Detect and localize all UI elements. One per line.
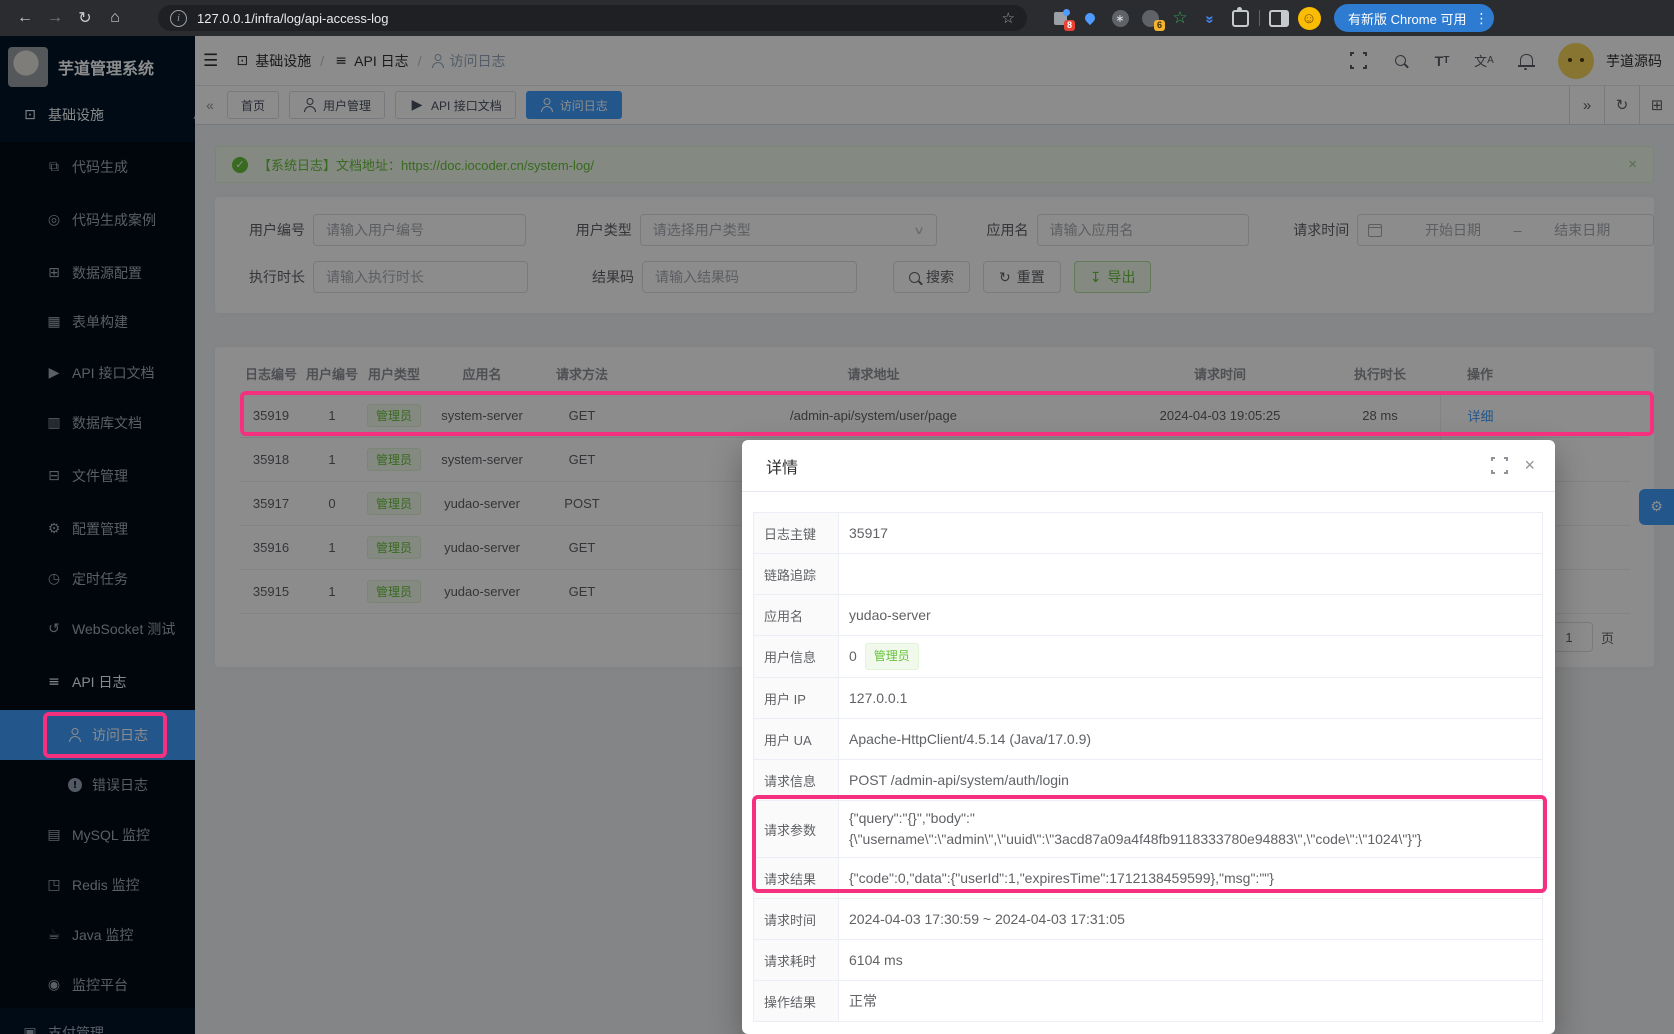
detail-label: 应用名 bbox=[754, 595, 839, 635]
detail-value-text: 2024-04-03 17:30:59 ~ 2024-04-03 17:31:0… bbox=[849, 909, 1125, 930]
detail-value: {"code":0,"data":{"userId":1,"expiresTim… bbox=[839, 858, 1542, 898]
detail-row-7: 请求参数{"query":"{}","body":" {\"username\"… bbox=[754, 801, 1542, 858]
detail-value-text: Apache-HttpClient/4.5.14 (Java/17.0.9) bbox=[849, 729, 1091, 750]
detail-row-8: 请求结果 {"code":0,"data":{"userId":1,"expire… bbox=[754, 858, 1542, 899]
reload-icon[interactable]: ↻ bbox=[70, 8, 100, 28]
detail-value: 6104 ms bbox=[839, 940, 1542, 980]
detail-value bbox=[839, 554, 1542, 594]
detail-row-2: 应用名 yudao-server bbox=[754, 595, 1542, 636]
detail-label: 请求时间 bbox=[754, 899, 839, 939]
detail-row-0: 日志主键 35917 bbox=[754, 513, 1542, 554]
detail-label: 请求耗时 bbox=[754, 940, 839, 980]
detail-row-11: 操作结果正常 bbox=[754, 981, 1542, 1022]
back-icon[interactable]: ← bbox=[10, 9, 40, 27]
detail-row-3: 用户信息 0 管理员 bbox=[754, 636, 1542, 678]
detail-label: 用户 IP bbox=[754, 678, 839, 718]
chrome-update-label: 有新版 Chrome 可用 bbox=[1348, 9, 1466, 28]
detail-value-text: {"code":0,"data":{"userId":1,"expiresTim… bbox=[849, 868, 1274, 889]
modal-title: 详情 bbox=[766, 454, 798, 478]
detail-value: {"query":"{}","body":" {\"username\":\"a… bbox=[839, 801, 1542, 857]
detail-value-text: 35917 bbox=[849, 523, 888, 544]
bookmark-star-icon[interactable]: ☆ bbox=[1002, 9, 1015, 27]
modal-fullscreen-icon[interactable] bbox=[1491, 457, 1508, 474]
toolbar-divider bbox=[1259, 10, 1260, 26]
extension-chevrons-icon[interactable]: » bbox=[1195, 4, 1225, 32]
home-icon[interactable]: ⌂ bbox=[100, 9, 130, 27]
detail-value: 2024-04-03 17:30:59 ~ 2024-04-03 17:31:0… bbox=[839, 899, 1542, 939]
detail-label: 用户信息 bbox=[754, 636, 839, 677]
extension-star-icon[interactable]: ☆ bbox=[1165, 4, 1195, 32]
profile-avatar[interactable]: ☺ bbox=[1294, 4, 1324, 32]
detail-value: 正常 bbox=[839, 981, 1542, 1021]
detail-row-1: 链路追踪 bbox=[754, 554, 1542, 595]
browser-menu-icon[interactable]: ⋮ bbox=[1474, 10, 1488, 27]
detail-row-6: 请求信息 POST /admin-api/system/auth/login bbox=[754, 760, 1542, 801]
detail-row-5: 用户 UA Apache-HttpClient/4.5.14 (Java/17.0… bbox=[754, 719, 1542, 760]
extensions-puzzle-icon[interactable] bbox=[1225, 4, 1255, 32]
chrome-update-chip[interactable]: 有新版 Chrome 可用 ⋮ bbox=[1334, 4, 1494, 32]
detail-label: 请求参数 bbox=[754, 801, 839, 857]
detail-value-text: POST /admin-api/system/auth/login bbox=[849, 770, 1069, 791]
detail-value: Apache-HttpClient/4.5.14 (Java/17.0.9) bbox=[839, 719, 1542, 759]
side-panel-icon[interactable] bbox=[1264, 4, 1294, 32]
detail-label: 日志主键 bbox=[754, 513, 839, 553]
extension-asterisk-icon[interactable]: ∗ bbox=[1105, 4, 1135, 32]
detail-descriptions: 日志主键35917链路追踪应用名yudao-server用户信息0管理员用户 I… bbox=[753, 512, 1543, 1022]
detail-value-text: 正常 bbox=[849, 991, 877, 1012]
detail-modal: 详情 × 日志主键 35917 链路追踪应用名 yudao-server 用户信息 0 管理… bbox=[742, 440, 1555, 1034]
detail-label: 请求信息 bbox=[754, 760, 839, 800]
address-bar[interactable]: i 127.0.0.1/infra/log/api-access-log ☆ bbox=[158, 5, 1027, 31]
extension-badge: 6 bbox=[1154, 20, 1165, 31]
extension-drop-icon[interactable] bbox=[1075, 4, 1105, 32]
detail-label: 链路追踪 bbox=[754, 554, 839, 594]
detail-value: POST /admin-api/system/auth/login bbox=[839, 760, 1542, 800]
detail-label: 请求结果 bbox=[754, 858, 839, 898]
detail-value-text: 0 bbox=[849, 646, 857, 667]
extension-blue-dot-icon[interactable]: 8 bbox=[1045, 4, 1075, 32]
detail-row-4: 用户 IP 127.0.0.1 bbox=[754, 678, 1542, 719]
extension-counter-icon[interactable]: 6 bbox=[1135, 4, 1165, 32]
detail-value: yudao-server bbox=[839, 595, 1542, 635]
extension-badge: 8 bbox=[1064, 20, 1075, 31]
detail-value: 127.0.0.1 bbox=[839, 678, 1542, 718]
browser-toolbar: ← → ↻ ⌂ i 127.0.0.1/infra/log/api-access… bbox=[0, 0, 1674, 36]
detail-value-text: 6104 ms bbox=[849, 950, 903, 971]
detail-value-text: yudao-server bbox=[849, 605, 931, 626]
detail-label: 操作结果 bbox=[754, 981, 839, 1021]
detail-row-10: 请求耗时 6104 ms bbox=[754, 940, 1542, 981]
detail-label: 用户 UA bbox=[754, 719, 839, 759]
detail-row-9: 请求时间 2024-04-03 17:30:59 ~ 2024-04-03 17:… bbox=[754, 899, 1542, 940]
detail-value-badge: 管理员 bbox=[865, 643, 919, 670]
url-text: 127.0.0.1/infra/log/api-access-log bbox=[197, 11, 389, 26]
site-info-icon[interactable]: i bbox=[170, 10, 187, 27]
forward-icon[interactable]: → bbox=[40, 9, 70, 27]
detail-value-text: {"query":"{}","body":" {\"username\":\"a… bbox=[849, 808, 1422, 850]
detail-value: 35917 bbox=[839, 513, 1542, 553]
modal-close-icon[interactable]: × bbox=[1524, 455, 1535, 476]
detail-value: 0 管理员 bbox=[839, 636, 1542, 677]
detail-value-text: 127.0.0.1 bbox=[849, 688, 907, 709]
